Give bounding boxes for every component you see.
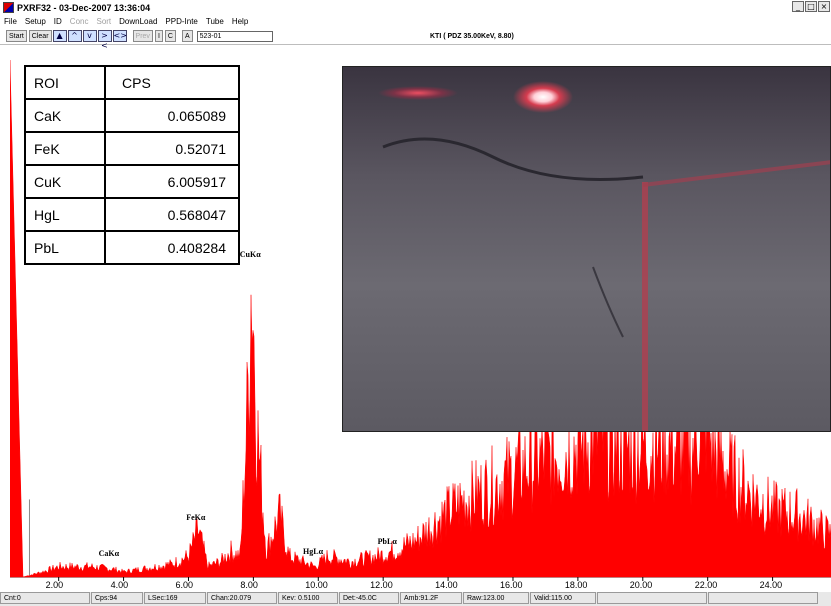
clear-button[interactable]: Clear [28, 30, 52, 42]
roi-cps: 0.52071 [104, 131, 240, 166]
roi-cps: 0.065089 [104, 98, 240, 133]
maximize-button[interactable]: □ [805, 1, 817, 12]
x-tick-label: 20.00 [629, 580, 653, 590]
status-bar: Cnt:0 Cps:94 LSec:169 Chan:20.079 Kev: 0… [0, 592, 831, 606]
menu-tube[interactable]: Tube [206, 17, 224, 26]
roi-header: ROI [24, 65, 106, 100]
status-detector: Det:-45.0C [339, 592, 399, 604]
menu-download[interactable]: DownLoad [119, 17, 157, 26]
status-channel: Chan:20.079 [207, 592, 277, 604]
status-count: Cnt:0 [0, 592, 90, 604]
close-button[interactable]: × [818, 1, 830, 12]
roi-cps: 0.568047 [104, 197, 240, 232]
roi-name: FeK [24, 131, 106, 166]
red-beam-horizontal [642, 160, 830, 187]
title-bar: PXRF32 - 03-Dec-2007 13:36:04 _ □ × [0, 0, 831, 15]
status-empty-2 [708, 592, 818, 604]
status-cps: Cps:94 [91, 592, 143, 604]
roi-name: PbL [24, 230, 106, 265]
status-empty-1 [597, 592, 707, 604]
roi-name: HgL [24, 197, 106, 232]
zoom-out-icon[interactable]: v [82, 30, 97, 42]
status-valid: Valid:115.00 [530, 592, 596, 604]
c-button[interactable]: C [164, 30, 176, 42]
sample-id-input[interactable]: 523-01 [196, 30, 273, 42]
roi-cps: 6.005917 [104, 164, 240, 199]
instrument-status: KTI ( PDZ 35.00KeV, 8.80) [430, 32, 514, 40]
status-raw: Raw:123.00 [463, 592, 529, 604]
menu-file[interactable]: File [4, 17, 17, 26]
peak-label: FeKα [186, 513, 206, 523]
cps-header: CPS [104, 65, 240, 100]
x-tick-label: 22.00 [694, 580, 718, 590]
expand-icon[interactable]: >< [97, 30, 112, 50]
peak-label: CaKα [98, 549, 120, 559]
start-button[interactable]: Start [6, 30, 27, 42]
window-title: PXRF32 - 03-Dec-2007 13:36:04 [17, 2, 151, 13]
roi-name: CaK [24, 98, 106, 133]
surface-crack [592, 266, 624, 338]
x-tick-label: 6.00 [175, 580, 193, 590]
table-row: PbL 0.408284 [24, 230, 240, 265]
menu-sort[interactable]: Sort [96, 17, 111, 26]
zoom-in-icon[interactable]: ^ [67, 30, 82, 42]
x-tick-label: 8.00 [240, 580, 258, 590]
x-tick-label: 10.00 [305, 580, 328, 590]
table-row: CuK 6.005917 [24, 164, 240, 199]
peak-label: PbLα [377, 536, 397, 546]
camera-view [342, 66, 831, 432]
toolbar: Start Clear ▲ ^ v >< <> Prev I C A 523-0… [0, 28, 831, 50]
tick-marks [58, 577, 774, 581]
x-tick-label: 18.00 [564, 580, 588, 590]
status-lsec: LSec:169 [144, 592, 206, 604]
camera-surface-svg [382, 137, 830, 431]
menu-conc[interactable]: Conc [70, 17, 89, 26]
x-tick-label: 2.00 [45, 580, 64, 590]
arrow-up-icon[interactable]: ▲ [52, 30, 67, 42]
x-tick-label: 16.00 [499, 580, 523, 590]
i-button[interactable]: I [154, 30, 163, 42]
roi-name: CuK [24, 164, 106, 199]
x-tick-label: 12.00 [370, 580, 393, 590]
status-ambient: Amb:91.2F [400, 592, 462, 604]
window-controls: _ □ × [792, 1, 830, 12]
roi-table: ROI CPS CaK 0.065089 FeK 0.52071 CuK 6.0… [24, 65, 240, 265]
prev-button[interactable]: Prev [132, 30, 153, 42]
peak-label: HgLα [303, 546, 324, 556]
menu-bar: File Setup ID Conc Sort DownLoad PPD-Int… [0, 15, 831, 28]
a-button[interactable]: A [181, 30, 193, 42]
table-row: HgL 0.568047 [24, 197, 240, 232]
menu-id[interactable]: ID [54, 17, 62, 26]
menu-help[interactable]: Help [232, 17, 248, 26]
roi-table-header: ROI CPS [24, 65, 240, 100]
table-row: CaK 0.065089 [24, 98, 240, 133]
app-icon [3, 2, 14, 13]
table-row: FeK 0.52071 [24, 131, 240, 166]
roi-cps: 0.408284 [104, 230, 240, 265]
menu-ppd-inte[interactable]: PPD-Inte [165, 17, 197, 26]
x-tick-label: 4.00 [110, 580, 129, 590]
peak-label: CuKα [239, 249, 261, 259]
status-kev: Kev: 0.5100 [278, 592, 338, 604]
x-tick-label: 14.00 [435, 580, 458, 590]
minimize-button[interactable]: _ [792, 1, 804, 12]
x-tick-label: 24.00 [759, 580, 783, 590]
menu-setup[interactable]: Setup [25, 17, 46, 26]
surface-crack [382, 137, 644, 181]
compress-icon[interactable]: <> [112, 30, 127, 42]
